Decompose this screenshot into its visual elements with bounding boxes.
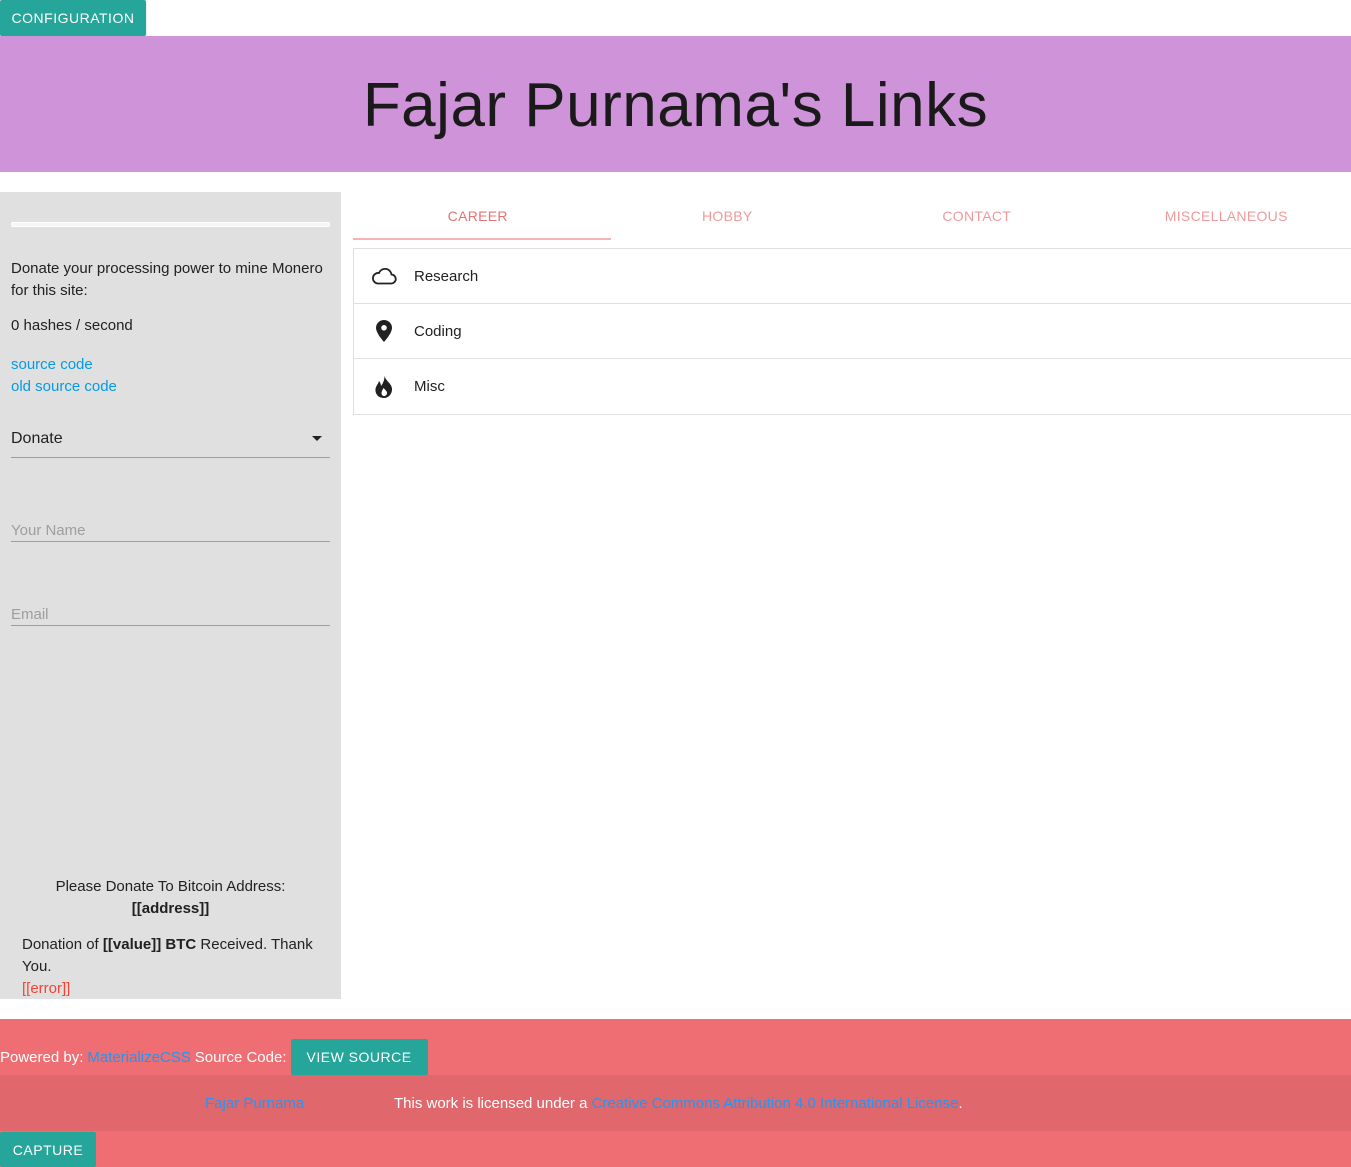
list-item-label: Coding (414, 322, 462, 340)
footer: Powered by: MaterializeCSS Source Code: … (0, 1019, 1351, 1167)
mining-progress-bar (11, 222, 330, 227)
powered-by-label: Powered by: (0, 1048, 84, 1066)
license-suffix: . (958, 1094, 963, 1112)
list-item-coding[interactable]: Coding (354, 304, 1351, 359)
old-source-code-link[interactable]: old source code (11, 376, 117, 398)
donate-select-value: Donate (11, 429, 63, 447)
list-item-label: Misc (414, 378, 445, 395)
link-collection: Research Coding Misc (353, 248, 1351, 415)
tab-contact[interactable]: CONTACT (852, 192, 1102, 240)
donation-thanks: Donation of [[value]] BTC Received. Than… (22, 934, 322, 1000)
list-item-research[interactable]: Research (354, 249, 1351, 304)
bitcoin-donation-box: Please Donate To Bitcoin Address: [[addr… (0, 876, 341, 920)
tab-career[interactable]: CAREER (353, 192, 603, 240)
tab-indicator (353, 238, 611, 240)
thanks-prefix: Donation of (22, 936, 99, 953)
configuration-button[interactable]: CONFIGURATION (0, 0, 146, 36)
error-text: [[error]] (22, 980, 71, 997)
source-links: source code old source code (11, 354, 117, 398)
tab-bar: CAREER HOBBY CONTACT MISCELLANEOUS (353, 192, 1351, 240)
materialize-link[interactable]: MaterializeCSS (87, 1049, 190, 1066)
cloud-icon (354, 267, 414, 285)
view-source-button[interactable]: VIEW SOURCE (290, 1039, 428, 1075)
author-link[interactable]: Fajar Purnama (205, 1095, 304, 1112)
license-text: This work is licensed under a Creative C… (394, 1095, 963, 1112)
sidebar: Donate your processing power to mine Mon… (0, 192, 341, 999)
email-input[interactable] (11, 596, 330, 626)
name-input[interactable] (11, 512, 330, 542)
donate-select[interactable]: Donate (11, 420, 330, 458)
bitcoin-address: [[address]] (131, 900, 210, 917)
footer-credits: Powered by: MaterializeCSS Source Code: … (0, 1039, 428, 1075)
license-prefix: This work is licensed under a (394, 1094, 588, 1112)
source-code-label: Source Code: (194, 1048, 287, 1066)
donate-processing-text: Donate your processing power to mine Mon… (11, 260, 323, 299)
page-header: Fajar Purnama's Links (0, 36, 1351, 172)
hash-rate-text: 0 hashes / second (11, 317, 133, 334)
caret-down-icon (312, 436, 322, 441)
location-pin-icon (354, 320, 414, 342)
source-code-link[interactable]: source code (11, 354, 117, 376)
whatshot-icon (354, 375, 414, 398)
footer-copyright: Fajar Purnama This work is licensed unde… (0, 1075, 1351, 1131)
tab-miscellaneous[interactable]: MISCELLANEOUS (1102, 192, 1351, 240)
tab-hobby[interactable]: HOBBY (603, 192, 853, 240)
thanks-value: [[value]] BTC (102, 936, 197, 953)
license-link[interactable]: Creative Commons Attribution 4.0 Interna… (592, 1095, 959, 1112)
bitcoin-prompt: Please Donate To Bitcoin Address: (55, 878, 286, 895)
capture-button[interactable]: CAPTURE (0, 1132, 96, 1167)
list-item-misc[interactable]: Misc (354, 359, 1351, 414)
list-item-label: Research (414, 267, 479, 285)
page-title: Fajar Purnama's Links (362, 70, 989, 140)
